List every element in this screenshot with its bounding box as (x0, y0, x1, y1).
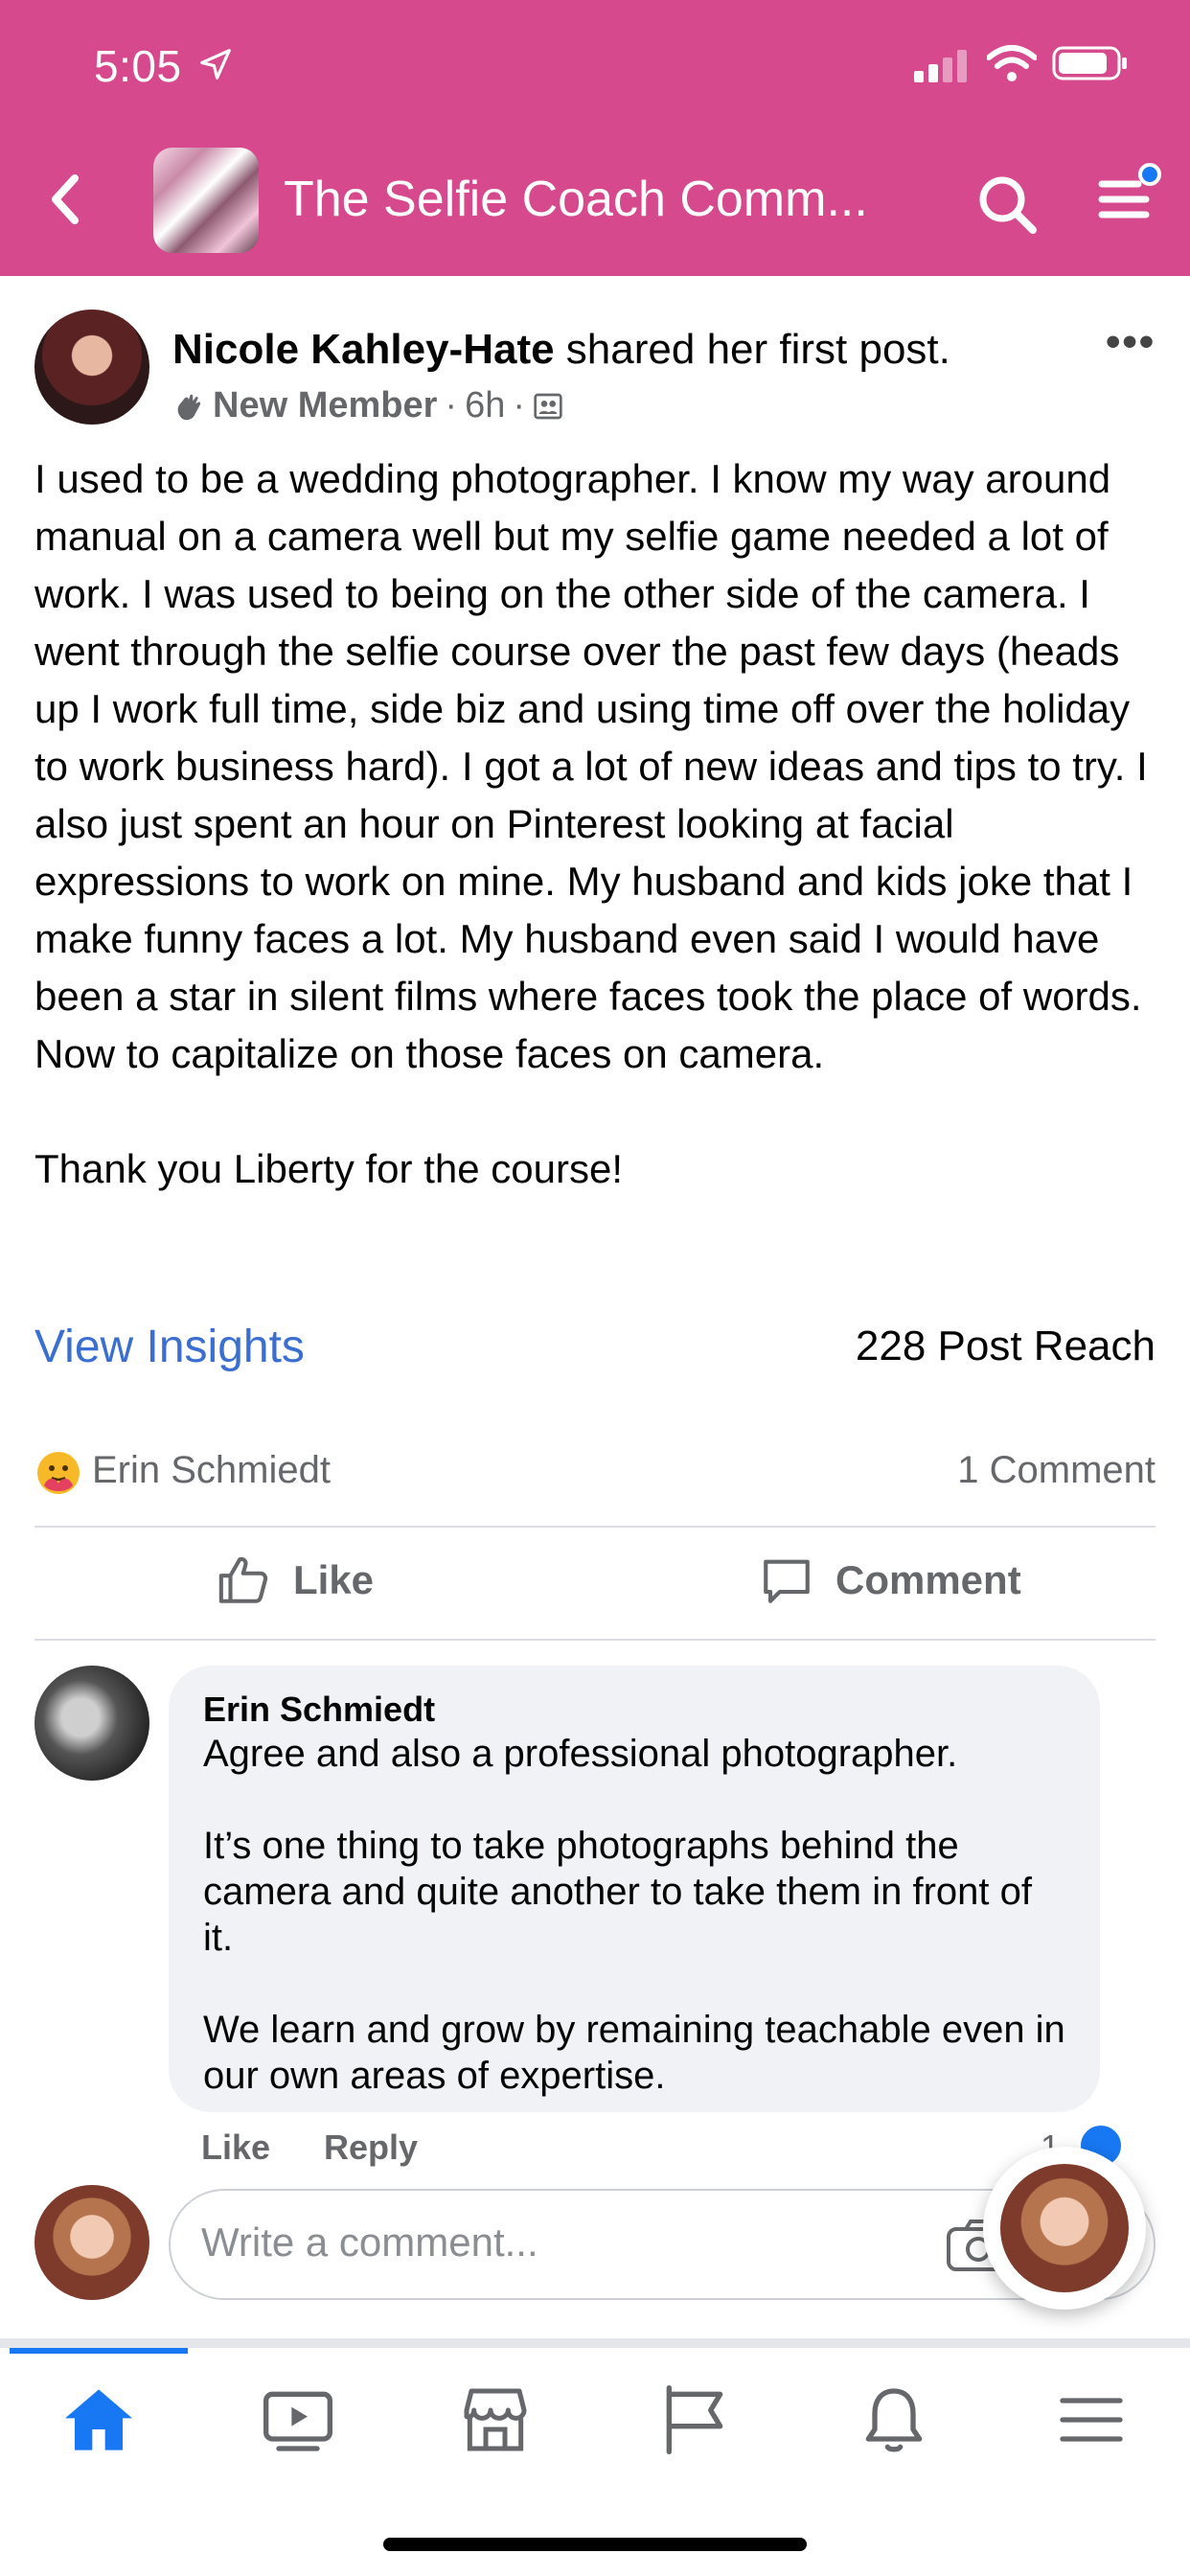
nav-active-indicator (10, 2348, 188, 2354)
divider (34, 1639, 1156, 1641)
comment-count[interactable]: 1 Comment (957, 1449, 1156, 1492)
group-cover-image[interactable] (153, 148, 259, 253)
chat-head-avatar[interactable] (1000, 2164, 1129, 2292)
comment-bubble-icon (764, 1559, 810, 1603)
member-badge: New Member (213, 385, 438, 426)
comment-paragraph: It’s one thing to take photographs behin… (203, 1825, 1032, 1959)
marketplace-icon (464, 2388, 527, 2451)
post-paragraph: I used to be a wedding photographer. I k… (34, 456, 1148, 1076)
comment-like-button[interactable]: Like (201, 2128, 270, 2168)
comment-paragraph: Agree and also a professional photograph… (203, 1733, 958, 1775)
comment-reply-button[interactable]: Reply (324, 2128, 418, 2168)
comment-author[interactable]: Erin Schmiedt (203, 1689, 1065, 1731)
comment-button[interactable]: Comment (759, 1552, 1021, 1608)
care-reaction-icon[interactable] (34, 1449, 82, 1497)
view-insights-link[interactable]: View Insights (34, 1321, 305, 1373)
meta-separator: · (513, 385, 525, 426)
nav-notifications[interactable] (851, 2377, 937, 2463)
back-chevron-icon[interactable] (42, 171, 90, 228)
comment-text: Agree and also a professional photograph… (203, 1731, 1065, 2099)
flag-icon (666, 2385, 723, 2454)
post-time[interactable]: 6h (465, 385, 505, 426)
location-arrow-icon (200, 49, 231, 80)
thumbs-up-icon (218, 1556, 268, 1603)
status-time: 5:05 (94, 41, 182, 91)
meta-separator: · (445, 385, 458, 426)
group-title[interactable]: The Selfie Coach Comm... (284, 171, 868, 228)
author-avatar[interactable] (34, 310, 149, 425)
comment-label: Comment (835, 1557, 1021, 1602)
comment-paragraph: We learn and grow by remaining teachable… (203, 2009, 1065, 2097)
like-label: Like (293, 1557, 375, 1602)
hamburger-menu-icon (1060, 2398, 1123, 2442)
post-author-line: Nicole Kahley-Hate shared her first post… (172, 326, 950, 374)
reactor-name[interactable]: Erin Schmiedt (92, 1449, 331, 1492)
comment-bubble: Erin Schmiedt Agree and also a professio… (169, 1666, 1100, 2112)
cell-signal-icon (914, 50, 967, 82)
nav-menu[interactable] (1048, 2377, 1134, 2463)
home-indicator (383, 2538, 807, 2551)
author-action: shared her first post. (554, 326, 950, 373)
group-members-icon (534, 393, 562, 419)
group-header: 5:05 The Selfie Coach Comm... (0, 0, 1190, 276)
more-options-icon[interactable]: ••• (1106, 318, 1156, 366)
bell-icon (865, 2388, 923, 2452)
my-avatar (34, 2185, 149, 2300)
commenter-avatar[interactable] (34, 1666, 149, 1781)
nav-marketplace[interactable] (452, 2377, 538, 2463)
search-icon[interactable] (975, 172, 1039, 236)
video-play-icon (263, 2391, 332, 2451)
write-comment-placeholder: Write a comment... (201, 2220, 538, 2265)
nav-separator (0, 2338, 1190, 2348)
post-meta: New Member · 6h · (172, 385, 563, 426)
nav-home[interactable] (56, 2377, 142, 2463)
battery-icon (1052, 46, 1127, 80)
author-name[interactable]: Nicole Kahley-Hate (172, 326, 555, 373)
divider (34, 1526, 1156, 1528)
post-reach: 228 Post Reach (855, 1322, 1156, 1369)
menu-icon[interactable] (1096, 161, 1163, 228)
home-icon (65, 2389, 132, 2450)
wave-hand-icon (177, 394, 201, 420)
like-button[interactable]: Like (217, 1552, 374, 1608)
nav-pages[interactable] (652, 2377, 738, 2463)
post-body: I used to be a wedding photographer. I k… (34, 450, 1165, 1198)
post-paragraph: Thank you Liberty for the course! (34, 1146, 623, 1191)
nav-watch[interactable] (255, 2377, 341, 2463)
wifi-icon (987, 45, 1037, 81)
